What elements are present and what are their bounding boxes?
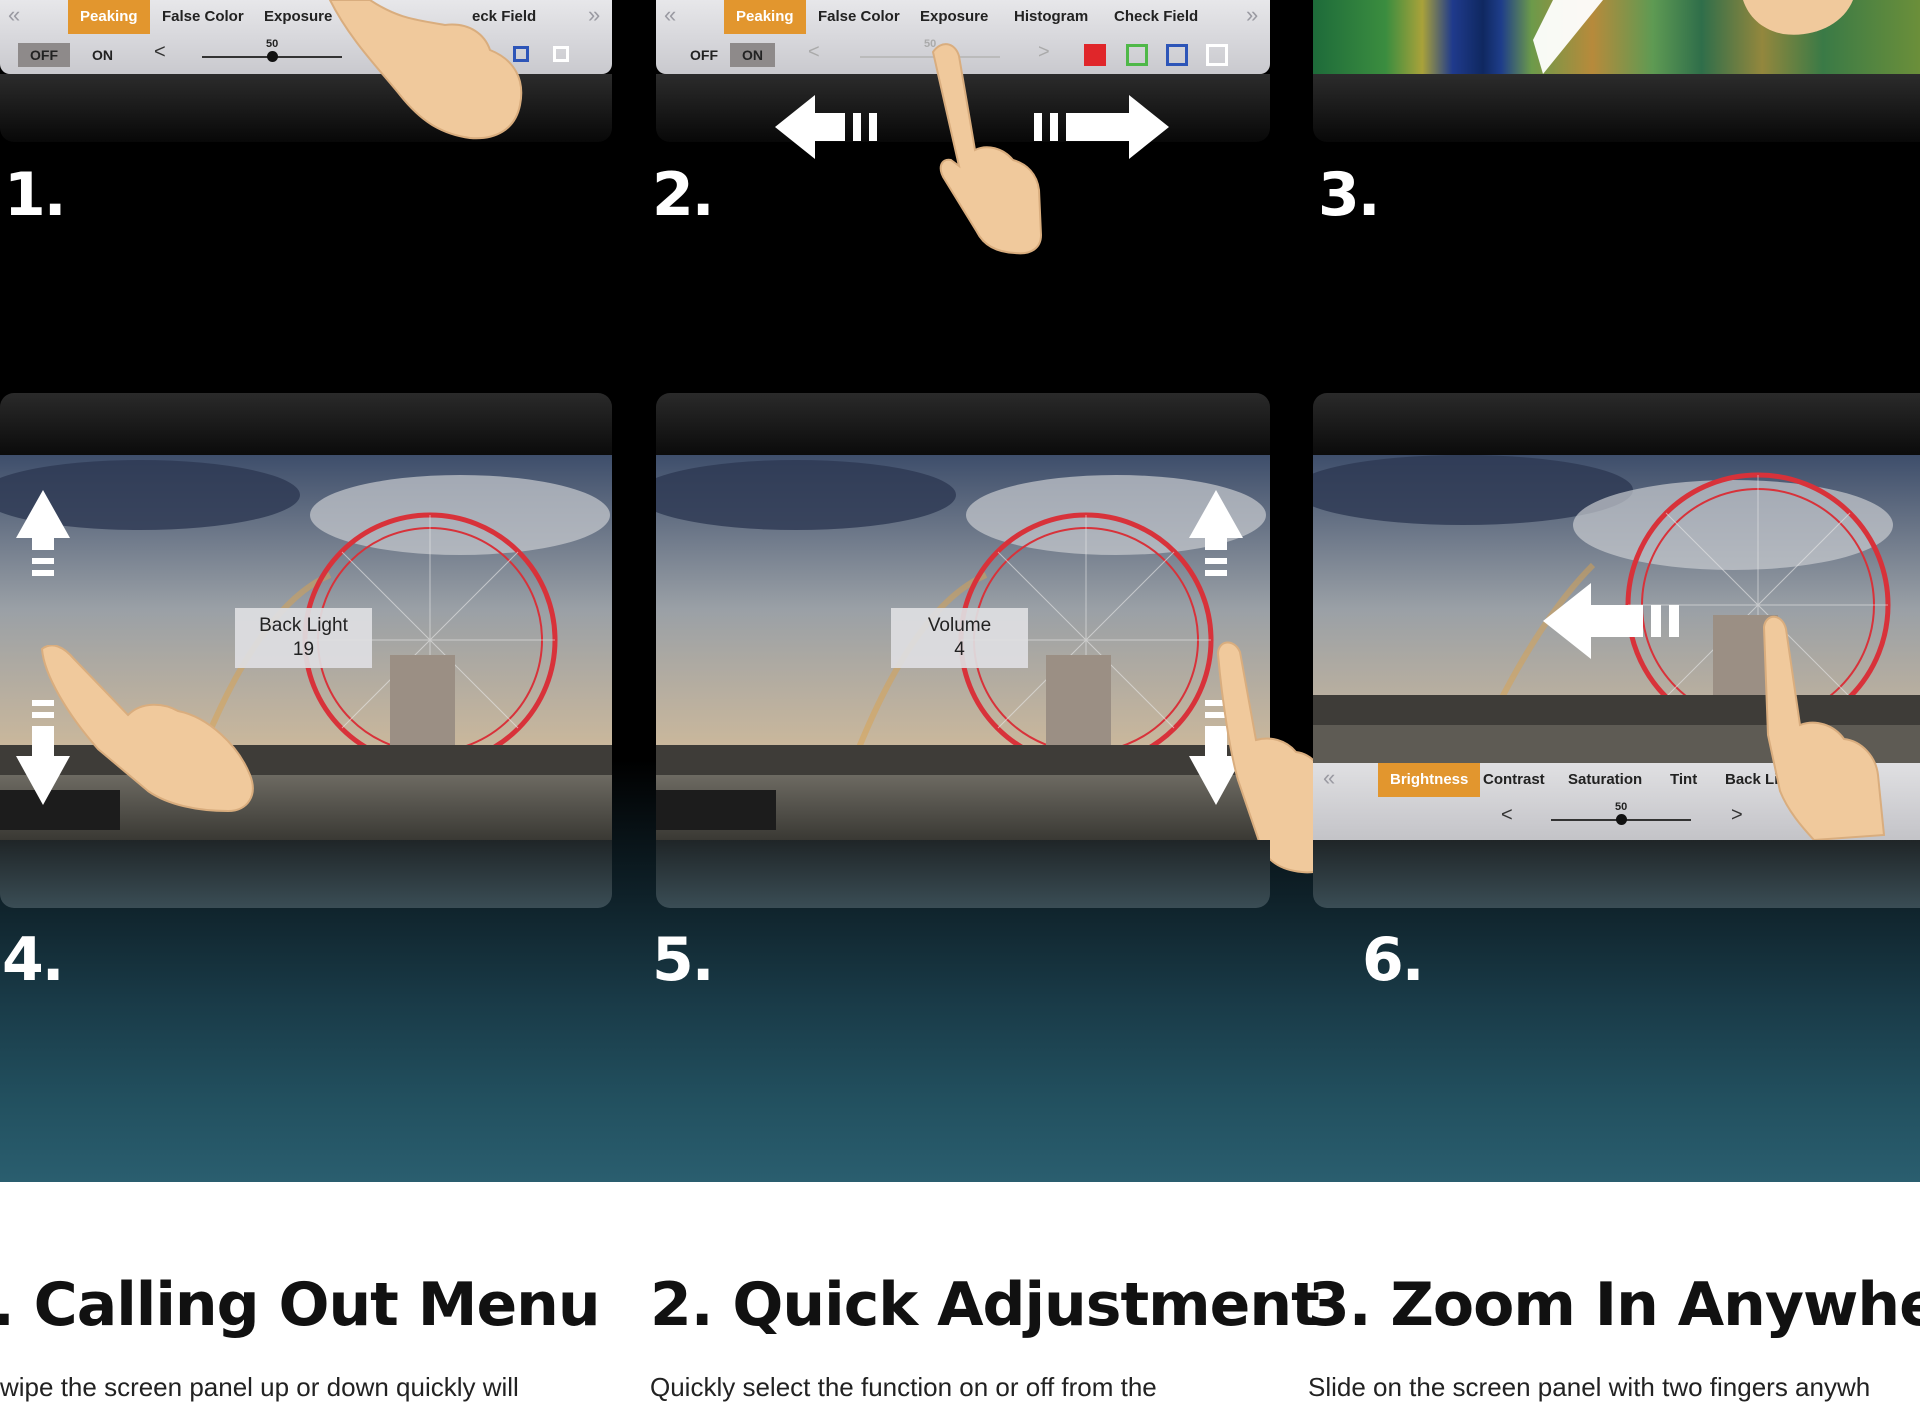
- step-number-1: 1.: [4, 160, 67, 230]
- step-number-3: 3.: [1318, 160, 1381, 230]
- section-body-2: Quickly select the function on or off fr…: [650, 1372, 1157, 1402]
- double-chevron-left-icon[interactable]: «: [8, 2, 20, 28]
- swipe-up-arrow-icon: [16, 490, 70, 576]
- tab-contrast[interactable]: Contrast: [1471, 763, 1557, 797]
- step-number-2: 2.: [652, 160, 715, 230]
- tab-peaking[interactable]: Peaking: [724, 0, 806, 34]
- step-number-5: 5.: [652, 925, 715, 995]
- swatch-white[interactable]: [1206, 44, 1228, 66]
- step-number-4: 4.: [2, 925, 65, 995]
- monitor-bezel-top-6: [1313, 393, 1920, 455]
- double-chevron-left-icon[interactable]: «: [664, 2, 676, 28]
- peacock-photo: [1313, 0, 1920, 74]
- slider-value: 50: [1615, 801, 1628, 813]
- tab-exposure[interactable]: Exposure: [908, 0, 1000, 34]
- off-toggle[interactable]: OFF: [678, 43, 730, 67]
- slider-left-arrow[interactable]: <: [154, 41, 166, 64]
- section-body-3: Slide on the screen panel with two finge…: [1308, 1372, 1871, 1402]
- osd-volume: Volume 4: [891, 608, 1028, 668]
- slider-knob[interactable]: [267, 51, 278, 62]
- hand-pointer-icon: [40, 645, 254, 813]
- hand-pointer-icon: [1762, 615, 1886, 840]
- swipe-down-arrow-icon: [1533, 0, 1603, 74]
- slider-knob[interactable]: [1616, 814, 1627, 825]
- slider-left-arrow[interactable]: <: [1501, 804, 1513, 827]
- swipe-up-arrow-icon: [1189, 490, 1243, 576]
- monitor-bezel-top-5: [656, 393, 1270, 455]
- london-eye-photo: Back Light 19: [0, 455, 612, 840]
- hand-pointer-icon: [328, 0, 523, 140]
- section-body-1: wipe the screen panel up or down quickly…: [0, 1372, 519, 1402]
- on-toggle[interactable]: ON: [730, 43, 775, 67]
- slider-left-arrow[interactable]: <: [808, 41, 820, 64]
- off-toggle[interactable]: OFF: [18, 43, 70, 67]
- section-heading-2: 2. Quick Adjustment: [650, 1270, 1320, 1340]
- double-chevron-right-icon[interactable]: »: [588, 2, 600, 28]
- swatch-green[interactable]: [1126, 44, 1148, 66]
- monitor-bezel-bottom-6: [1313, 840, 1920, 908]
- osd-title: Back Light: [259, 615, 348, 636]
- swipe-right-arrow-icon: [1034, 95, 1169, 159]
- monitor-bezel-3: [1313, 74, 1920, 142]
- london-eye-photo: Volume 4: [656, 455, 1270, 840]
- swatch-blue[interactable]: [1166, 44, 1188, 66]
- osd-title: Volume: [927, 615, 992, 636]
- instruction-illustration: « Peaking False Color Exposure eck Field…: [0, 0, 1920, 1182]
- tab-check-field[interactable]: Check Field: [1102, 0, 1210, 34]
- swipe-left-arrow-icon: [775, 95, 877, 159]
- monitor-bezel-bottom-4: [0, 840, 612, 908]
- london-eye-photo: « Brightness Contrast Saturation Tint Ba…: [1313, 455, 1920, 840]
- swatch-red[interactable]: [1084, 44, 1106, 66]
- step-number-6: 6.: [1362, 925, 1425, 995]
- monitor-bezel-top-4: [0, 393, 612, 455]
- swatch-white[interactable]: [553, 46, 569, 62]
- osd-value: 4: [954, 639, 965, 660]
- tab-saturation[interactable]: Saturation: [1556, 763, 1654, 797]
- tab-peaking[interactable]: Peaking: [68, 0, 150, 34]
- tab-false-color[interactable]: False Color: [150, 0, 256, 34]
- hand-pointer-icon: [931, 43, 1043, 255]
- slider-value: 50: [266, 38, 279, 50]
- swipe-left-arrow-icon: [1543, 583, 1679, 659]
- section-heading-1: . Calling Out Menu: [0, 1270, 601, 1340]
- on-toggle[interactable]: ON: [80, 43, 125, 67]
- tab-histogram[interactable]: Histogram: [1002, 0, 1100, 34]
- section-heading-3: 3. Zoom In Anywhere: [1308, 1270, 1920, 1340]
- tab-false-color[interactable]: False Color: [806, 0, 912, 34]
- tab-tint[interactable]: Tint: [1658, 763, 1709, 797]
- hand-pointer-icon: [1743, 0, 1853, 35]
- double-chevron-left-icon[interactable]: «: [1323, 765, 1335, 791]
- tab-brightness[interactable]: Brightness: [1378, 763, 1481, 797]
- double-chevron-right-icon[interactable]: »: [1246, 2, 1258, 28]
- monitor-bezel-bottom-5: [656, 840, 1270, 908]
